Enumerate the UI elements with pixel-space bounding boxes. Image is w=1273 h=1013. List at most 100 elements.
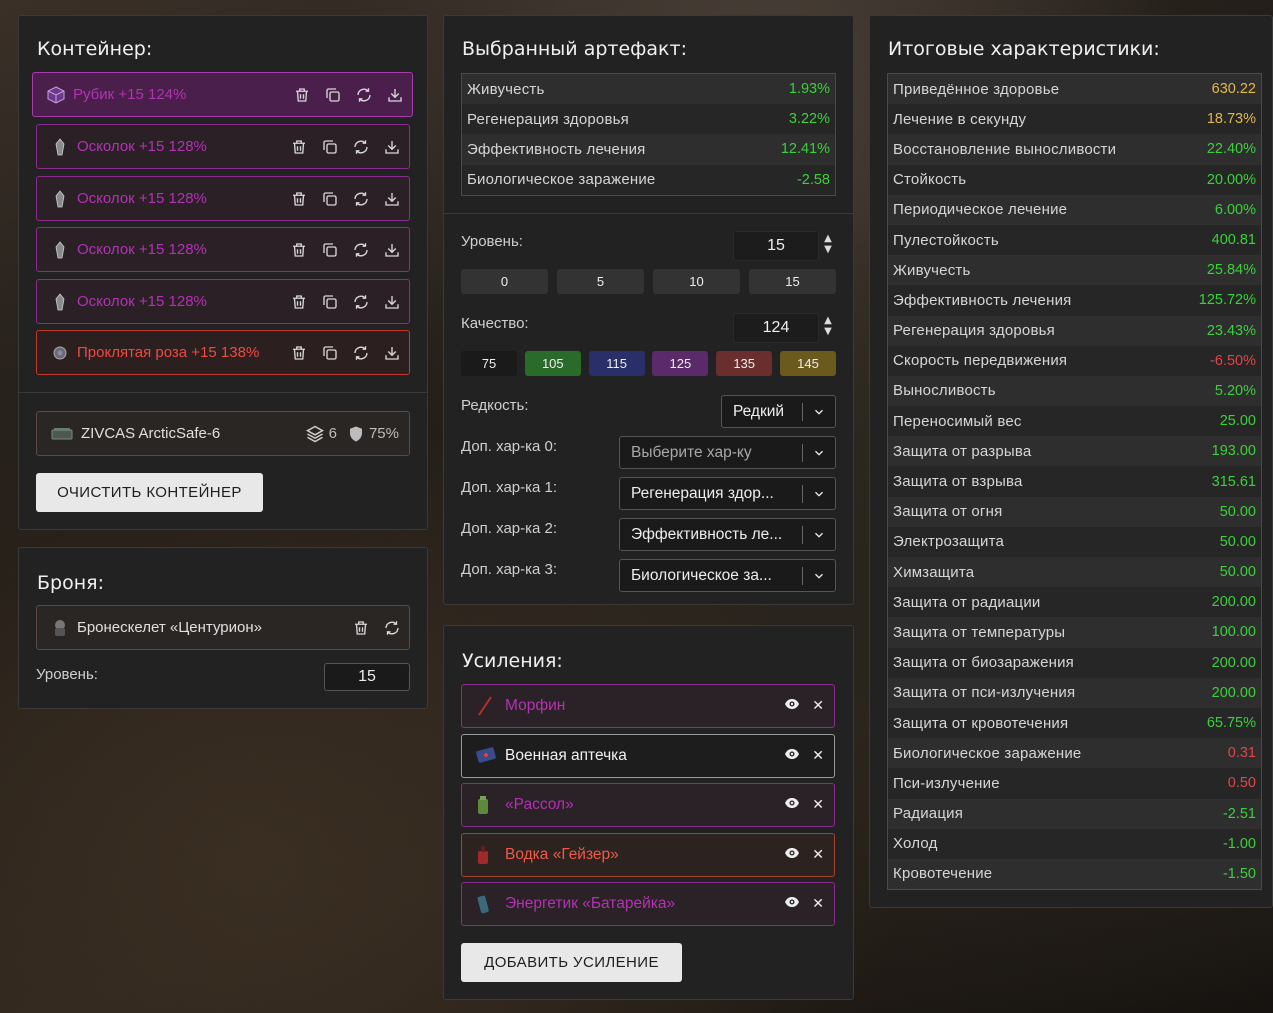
artifact-name: Осколок +15 128% <box>77 138 207 155</box>
summary-stat-row: Кровотечение -1.50 <box>888 858 1261 890</box>
copy-icon[interactable] <box>320 137 339 156</box>
eye-icon[interactable] <box>784 748 800 764</box>
boost-row[interactable]: Водка «Гейзер» ✕ <box>461 832 835 877</box>
armor-name: Бронескелет «Центурион» <box>77 619 262 636</box>
copy-icon[interactable] <box>320 292 339 311</box>
replace-icon[interactable] <box>351 137 370 156</box>
artifact-row[interactable]: Проклятая роза +15 138% <box>36 330 410 375</box>
close-icon[interactable]: ✕ <box>812 847 824 863</box>
delete-icon[interactable] <box>289 137 308 156</box>
stat-value: 193.00 <box>1211 443 1256 460</box>
close-icon[interactable]: ✕ <box>812 698 824 714</box>
summary-stat-row: Живучесть 25.84% <box>888 255 1261 286</box>
summary-panel: Итоговые характеристики: Приведённое здо… <box>869 15 1273 908</box>
close-icon[interactable]: ✕ <box>812 797 824 813</box>
boost-row[interactable]: «Рассол» ✕ <box>461 783 835 828</box>
artifact-row[interactable]: Осколок +15 128% <box>36 227 410 272</box>
artifact-row[interactable]: Осколок +15 128% <box>36 124 410 169</box>
quality-spinner[interactable]: ▲ ▼ <box>822 315 834 337</box>
replace-icon[interactable] <box>382 618 401 637</box>
level-spinner[interactable]: ▲ ▼ <box>822 233 834 255</box>
quality-preset-button[interactable]: 105 <box>524 351 581 376</box>
download-icon[interactable] <box>382 343 401 362</box>
rarity-select[interactable]: Редкий <box>721 395 836 428</box>
download-icon[interactable] <box>382 240 401 259</box>
stat-value: -1.50 <box>1222 865 1256 882</box>
extra-stat-select[interactable]: Биологическое за... <box>619 559 836 592</box>
armor-row[interactable]: Бронескелет «Центурион» <box>36 605 410 650</box>
summary-stat-row: Химзащита 50.00 <box>888 557 1261 588</box>
artifact-row[interactable]: Осколок +15 128% <box>36 279 410 324</box>
stat-name: Пулестойкость <box>893 231 999 249</box>
replace-icon[interactable] <box>351 189 370 208</box>
container-panel: Контейнер: Рубик +15 124% Осколок +15 128… <box>18 15 428 530</box>
artifact-stat-row: Биологическое заражение -2.58 <box>462 164 835 195</box>
delete-icon[interactable] <box>289 240 308 259</box>
delete-icon[interactable] <box>351 618 370 637</box>
replace-icon[interactable] <box>351 343 370 362</box>
replace-icon[interactable] <box>351 292 370 311</box>
eye-icon[interactable] <box>784 847 800 863</box>
stat-name: Защита от кровотечения <box>893 714 1069 732</box>
stat-value: 50.00 <box>1219 564 1256 581</box>
level-input[interactable]: 15 <box>733 231 819 261</box>
level-preset-button[interactable]: 5 <box>557 269 644 294</box>
extra-stat-select[interactable]: Регенерация здор... <box>619 477 836 510</box>
eye-icon[interactable] <box>784 797 800 813</box>
replace-icon[interactable] <box>354 85 373 104</box>
stat-value: 22.40% <box>1206 141 1256 158</box>
divider <box>444 213 853 214</box>
artifact-name: Осколок +15 128% <box>77 190 207 207</box>
container-title: Контейнер: <box>37 38 153 60</box>
summary-stat-row: Приведённое здоровье 630.22 <box>888 74 1261 105</box>
copy-icon[interactable] <box>320 189 339 208</box>
delete-icon[interactable] <box>292 85 311 104</box>
replace-icon[interactable] <box>351 240 370 259</box>
close-icon[interactable]: ✕ <box>812 748 824 764</box>
summary-stat-row: Эффективность лечения 125.72% <box>888 285 1261 316</box>
quality-preset-button[interactable]: 125 <box>652 351 709 376</box>
download-icon[interactable] <box>382 189 401 208</box>
copy-icon[interactable] <box>320 343 339 362</box>
artifact-title: Выбранный артефакт: <box>462 38 687 60</box>
quality-input[interactable]: 124 <box>733 313 819 343</box>
stat-value: 18.73% <box>1206 111 1256 128</box>
quality-preset-button[interactable]: 115 <box>588 351 645 376</box>
copy-icon[interactable] <box>320 240 339 259</box>
copy-icon[interactable] <box>323 85 342 104</box>
boost-row[interactable]: Морфин ✕ <box>461 684 835 728</box>
download-icon[interactable] <box>385 85 404 104</box>
slots-stat: 6 <box>305 424 337 444</box>
add-boost-button[interactable]: ДОБАВИТЬ УСИЛЕНИЕ <box>461 943 682 982</box>
stat-value: 23.43% <box>1206 322 1256 339</box>
extra-stat-value: Выберите хар-ку <box>631 443 752 461</box>
boost-row[interactable]: Энергетик «Батарейка» ✕ <box>461 882 835 927</box>
clear-container-button[interactable]: ОЧИСТИТЬ КОНТЕЙНЕР <box>36 473 263 512</box>
delete-icon[interactable] <box>289 292 308 311</box>
stat-value: 12.41% <box>780 141 830 158</box>
stat-name: Восстановление выносливости <box>893 140 1117 158</box>
armor-level-label: Уровень: <box>36 666 98 683</box>
download-icon[interactable] <box>382 137 401 156</box>
summary-stat-row: Защита от биозаражения 200.00 <box>888 647 1261 678</box>
delete-icon[interactable] <box>289 343 308 362</box>
delete-icon[interactable] <box>289 189 308 208</box>
extra-stat-select[interactable]: Эффективность ле... <box>619 518 836 551</box>
container-box-row[interactable]: ZIVCAS ArcticSafe-6 6 75% <box>36 411 410 456</box>
quality-preset-button[interactable]: 135 <box>716 351 773 376</box>
eye-icon[interactable] <box>784 896 800 912</box>
level-preset-button[interactable]: 0 <box>461 269 548 294</box>
download-icon[interactable] <box>382 292 401 311</box>
artifact-row[interactable]: Рубик +15 124% <box>32 72 413 117</box>
stat-value: 630.22 <box>1211 81 1256 98</box>
extra-stat-select[interactable]: Выберите хар-ку <box>619 436 836 469</box>
level-preset-button[interactable]: 15 <box>749 269 836 294</box>
eye-icon[interactable] <box>784 698 800 714</box>
artifact-row[interactable]: Осколок +15 128% <box>36 176 410 221</box>
quality-preset-button[interactable]: 145 <box>780 351 836 376</box>
armor-level-input[interactable]: 15 <box>324 663 410 691</box>
close-icon[interactable]: ✕ <box>812 896 824 912</box>
quality-preset-button[interactable]: 75 <box>461 351 517 376</box>
boost-row[interactable]: Военная аптечка ✕ <box>461 733 835 778</box>
level-preset-button[interactable]: 10 <box>653 269 740 294</box>
